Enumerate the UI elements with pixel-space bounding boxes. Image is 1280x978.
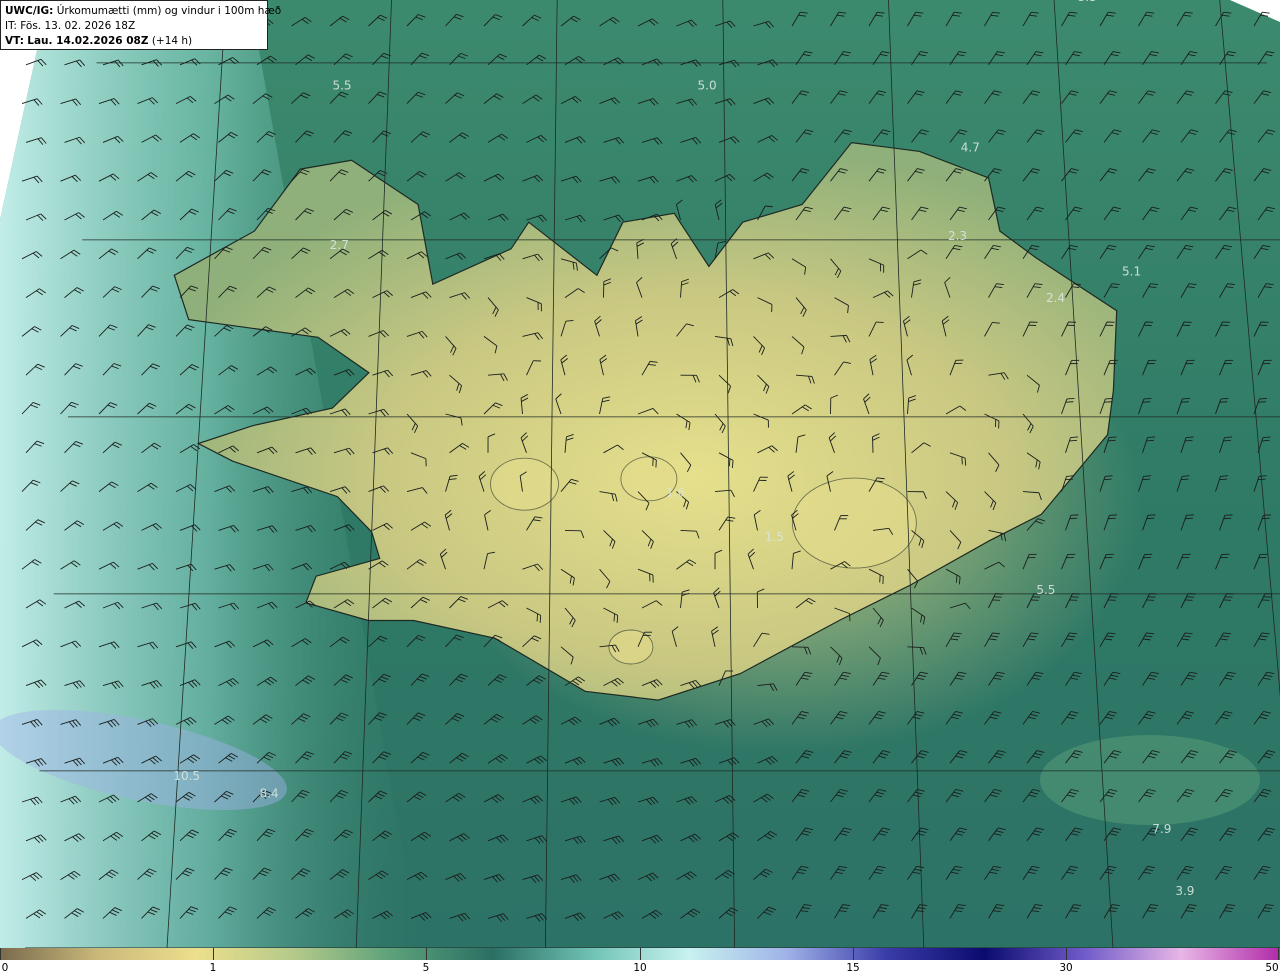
colorbar-tick xyxy=(853,948,854,960)
east-precip-band xyxy=(1040,735,1260,825)
valid-time: Lau. 14.02.2026 08Z xyxy=(27,35,149,47)
map-value-label: 2.3 xyxy=(948,229,967,243)
map-canvas[interactable]: 3.5 5.5 5.0 4.7 2.7 2.3 5.1 2.4 1.6 1.5 5.5 7.9 3.9 1… xyxy=(0,0,1280,948)
map-value-label: 8.4 xyxy=(260,787,279,801)
map-value-label: 2.4 xyxy=(1046,291,1065,305)
vatnajokull-glacier xyxy=(791,477,917,569)
lead-time: (+14 h) xyxy=(151,35,193,47)
colorbar-tick xyxy=(1066,948,1067,960)
valid-time-prefix: VT: xyxy=(5,35,24,47)
map-value-label: 2.7 xyxy=(330,238,349,252)
colorbar-tick xyxy=(640,948,641,960)
map-value-label: 1.6 xyxy=(666,486,685,500)
map-value-label: 5.1 xyxy=(1122,264,1141,278)
map-value-label: 5.5 xyxy=(1036,583,1055,597)
init-time-line: IT: Fös. 13. 02. 2026 18Z xyxy=(5,19,263,34)
title-line: UWC/IG: Úrkomumætti (mm) og vindur i 100… xyxy=(5,4,281,19)
colorbar-label: 10 xyxy=(633,962,647,974)
map-value-label: 1.5 xyxy=(765,530,784,544)
colorbar-label: 50 xyxy=(1265,962,1279,974)
init-time: Fös. 13. 02. 2026 18Z xyxy=(20,20,136,32)
colorbar-label: 0 xyxy=(1,962,9,974)
model-prefix: UWC/IG: xyxy=(5,5,54,17)
map-value-label: 10.5 xyxy=(173,769,200,783)
langjokull-glacier xyxy=(490,457,559,511)
colorbar-label: 15 xyxy=(846,962,860,974)
colorbar-tick xyxy=(0,948,1,960)
map-value-label: 5.5 xyxy=(332,79,351,93)
map-value-label: 3.5 xyxy=(1078,0,1097,4)
map-value-label: 7.9 xyxy=(1152,822,1171,836)
colorbar-tick xyxy=(426,948,427,960)
map-value-label: 3.9 xyxy=(1175,884,1194,898)
valid-time-line: VT: Lau. 14.02.2026 08Z (+14 h) xyxy=(5,34,263,49)
colorbar: 0 1 5 10 15 30 50 xyxy=(0,948,1280,978)
info-panel: UWC/IG: Úrkomumætti (mm) og vindur i 100… xyxy=(0,0,281,50)
colorbar-tick xyxy=(213,948,214,960)
colorbar-label: 30 xyxy=(1059,962,1073,974)
colorbar-label: 5 xyxy=(422,962,430,974)
colorbar-tick xyxy=(1278,948,1279,960)
init-time-prefix: IT: xyxy=(5,20,17,32)
colorbar-label: 1 xyxy=(209,962,217,974)
forecast-map[interactable]: 3.5 5.5 5.0 4.7 2.7 2.3 5.1 2.4 1.6 1.5 5.5 7.9 3.9 1… xyxy=(0,0,1280,948)
map-title: Úrkomumætti (mm) og vindur i 100m hæð xyxy=(56,5,282,17)
map-value-label: 5.0 xyxy=(698,79,717,93)
map-value-label: 4.7 xyxy=(961,140,980,154)
